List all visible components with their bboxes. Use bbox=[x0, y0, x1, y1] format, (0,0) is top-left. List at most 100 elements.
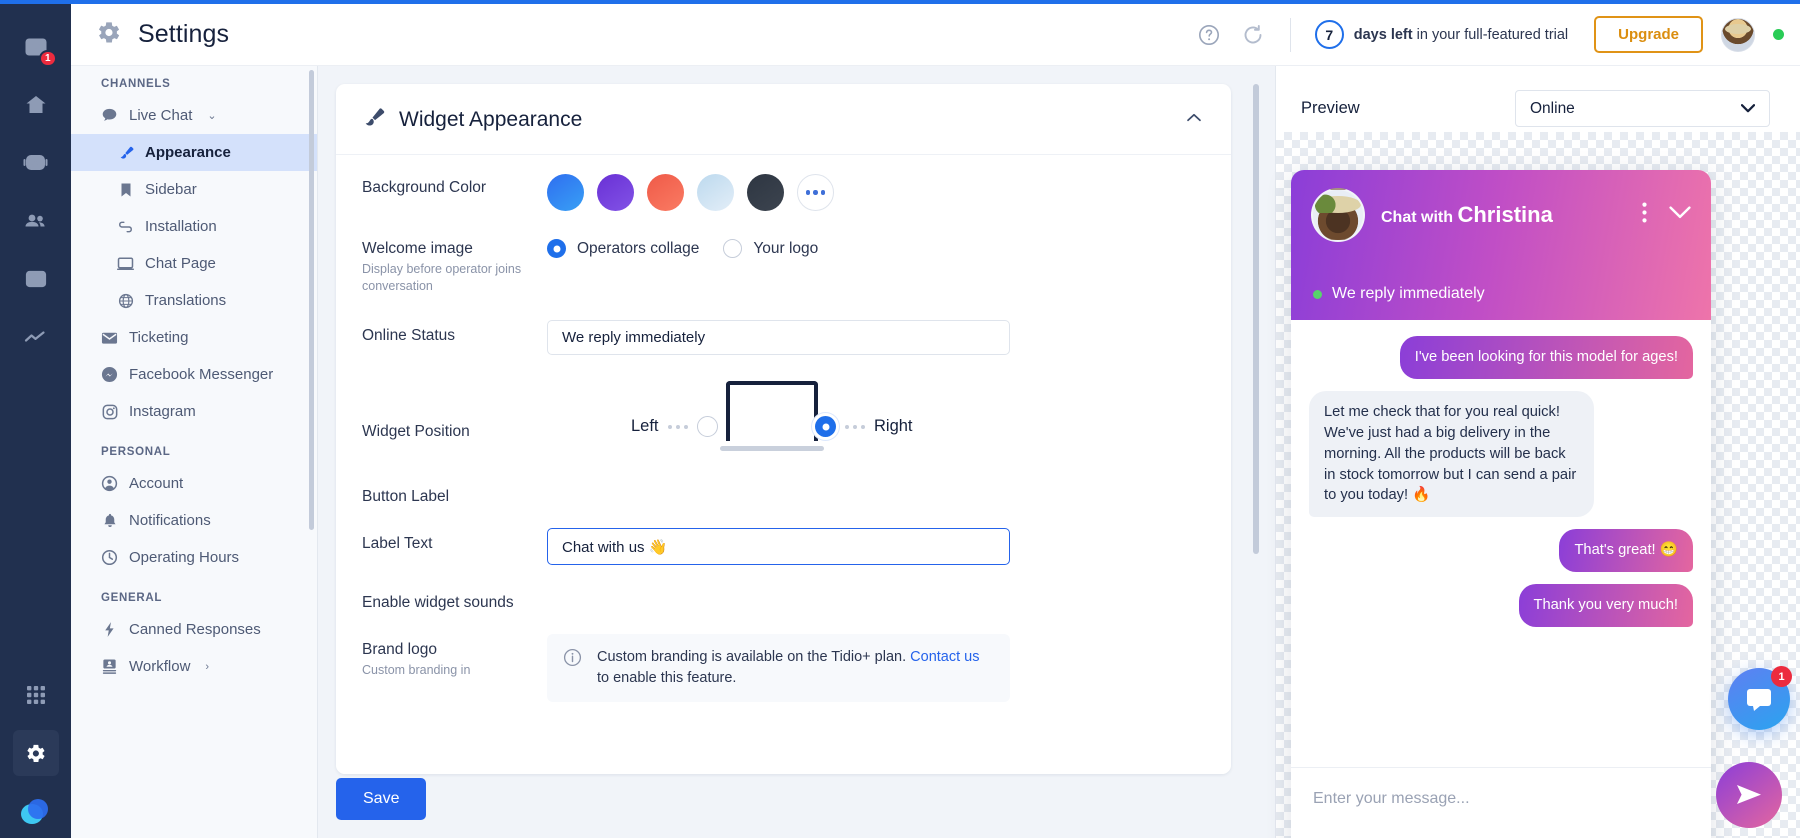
widget-position-left[interactable]: Left bbox=[631, 416, 718, 437]
online-status-dot bbox=[1773, 29, 1784, 40]
sidebar-item-sidebar[interactable]: Sidebar bbox=[71, 171, 317, 208]
sidebar-item-appearance[interactable]: Appearance bbox=[71, 134, 317, 171]
color-swatch-coral[interactable] bbox=[647, 174, 684, 211]
button-label-label: Button Label bbox=[362, 481, 547, 506]
laptop-screen bbox=[726, 381, 818, 441]
top-accent-bar bbox=[0, 0, 1800, 4]
rail-item-settings-gear-icon[interactable] bbox=[13, 730, 59, 776]
color-swatch-purple[interactable] bbox=[597, 174, 634, 211]
chevron-down-icon[interactable] bbox=[1669, 206, 1691, 224]
envelope-icon bbox=[101, 331, 118, 345]
brand-logo-sub: Custom branding in bbox=[362, 662, 547, 679]
laptop-base bbox=[720, 446, 824, 451]
sidebar-item-instagram[interactable]: Instagram bbox=[71, 393, 317, 430]
bolt-icon bbox=[101, 621, 118, 638]
sidebar-item-workflow[interactable]: Workflow › bbox=[71, 648, 317, 685]
info-icon bbox=[563, 647, 583, 674]
chat-message-input[interactable]: Enter your message... bbox=[1291, 767, 1711, 808]
rail-item-visitors-icon[interactable] bbox=[13, 256, 59, 302]
rail-tidio-logo-icon[interactable] bbox=[13, 788, 59, 834]
laptop-illustration bbox=[720, 381, 824, 451]
preview-status-select[interactable]: Online bbox=[1515, 90, 1770, 127]
chat-widget-header: Chat with Christina bbox=[1291, 170, 1711, 320]
chat-row: Let me check that for you real quick! We… bbox=[1309, 391, 1693, 517]
contact-us-link[interactable]: Contact us bbox=[910, 649, 979, 665]
main-scrollbar[interactable] bbox=[1253, 84, 1259, 554]
rail-item-inbox-icon[interactable]: 1 bbox=[13, 24, 59, 70]
rail-item-analytics-icon[interactable] bbox=[13, 314, 59, 360]
label-text-input[interactable] bbox=[547, 528, 1010, 565]
position-right-radio[interactable] bbox=[815, 416, 836, 437]
sidebar-item-operating-hours[interactable]: Operating Hours bbox=[71, 539, 317, 576]
color-swatch-list bbox=[547, 172, 1205, 211]
sidebar-item-label: Chat Page bbox=[145, 255, 216, 272]
rail-item-home-icon[interactable] bbox=[13, 82, 59, 128]
workflow-icon bbox=[101, 658, 118, 675]
welcome-image-label: Welcome image Display before operator jo… bbox=[362, 233, 547, 294]
position-left-radio[interactable] bbox=[697, 416, 718, 437]
row-label-text: Label Text bbox=[362, 506, 1205, 565]
sidebar-item-installation[interactable]: Installation bbox=[71, 208, 317, 245]
row-background-color: Background Color bbox=[362, 157, 1205, 211]
chevron-up-icon[interactable] bbox=[1183, 107, 1205, 134]
sidebar-item-live-chat[interactable]: Live Chat ⌄ bbox=[71, 97, 317, 134]
color-swatch-light-blue[interactable] bbox=[697, 174, 734, 211]
sidebar-item-notifications[interactable]: Notifications bbox=[71, 502, 317, 539]
sidebar-item-ticketing[interactable]: Ticketing bbox=[71, 319, 317, 356]
sidebar-item-translations[interactable]: Translations bbox=[71, 282, 317, 319]
row-widget-position: Widget Position Left bbox=[362, 355, 1205, 473]
widget-sounds-label: Enable widget sounds bbox=[362, 587, 547, 612]
refresh-icon[interactable] bbox=[1240, 22, 1266, 48]
card-bottom-fade bbox=[336, 738, 1231, 774]
chat-message-list: I've been looking for this model for age… bbox=[1291, 320, 1711, 627]
brush-icon bbox=[117, 145, 134, 161]
sidebar-item-label: Instagram bbox=[129, 403, 196, 420]
color-swatch-blue[interactable] bbox=[547, 174, 584, 211]
user-avatar[interactable] bbox=[1721, 18, 1755, 52]
nav-section-personal: PERSONAL bbox=[71, 430, 317, 465]
rail-item-chatbot-icon[interactable] bbox=[13, 140, 59, 186]
background-color-label: Background Color bbox=[362, 172, 547, 197]
sidebar-item-label: Account bbox=[129, 475, 183, 492]
radio-your-logo[interactable]: Your logo bbox=[723, 239, 818, 258]
brand-logo-title: Brand logo bbox=[362, 641, 437, 658]
sidebar-item-label: Live Chat bbox=[129, 107, 192, 124]
chat-bubble-incoming: Let me check that for you real quick! We… bbox=[1309, 391, 1594, 517]
sidebar-item-label: Appearance bbox=[145, 144, 231, 161]
sidebar-scrollbar[interactable] bbox=[309, 70, 314, 530]
upgrade-button[interactable]: Upgrade bbox=[1594, 16, 1703, 53]
online-status-label: Online Status bbox=[362, 320, 547, 345]
widget-position-right[interactable]: Right bbox=[815, 416, 913, 437]
nav-section-general: GENERAL bbox=[71, 576, 317, 611]
sidebar-item-canned-responses[interactable]: Canned Responses bbox=[71, 611, 317, 648]
rail-item-apps-grid-icon[interactable] bbox=[13, 672, 59, 718]
send-message-button[interactable] bbox=[1716, 762, 1782, 828]
radio-operators-collage[interactable]: Operators collage bbox=[547, 239, 699, 258]
dotted-line-right bbox=[845, 425, 865, 429]
save-button[interactable]: Save bbox=[336, 778, 426, 820]
chat-launcher-button[interactable]: 1 bbox=[1728, 668, 1790, 730]
chevron-down-icon bbox=[1741, 100, 1755, 118]
widget-position-control: Left Right bbox=[547, 381, 1205, 473]
radio-label: Your logo bbox=[753, 240, 818, 258]
chat-row: That's great! 😁 bbox=[1309, 529, 1693, 572]
sidebar-item-account[interactable]: Account bbox=[71, 465, 317, 502]
chat-widget-preview: Chat with Christina bbox=[1291, 170, 1711, 838]
sidebar-item-facebook-messenger[interactable]: Facebook Messenger bbox=[71, 356, 317, 393]
chat-bubble-outgoing: Thank you very much! bbox=[1519, 584, 1694, 627]
rail-item-contacts-icon[interactable] bbox=[13, 198, 59, 244]
chat-bubble-icon bbox=[101, 107, 118, 124]
online-status-input[interactable] bbox=[547, 320, 1010, 355]
more-dots-icon[interactable] bbox=[797, 174, 834, 211]
kebab-menu-icon[interactable] bbox=[1642, 202, 1647, 228]
help-circle-icon[interactable] bbox=[1196, 22, 1222, 48]
chat-row: Thank you very much! bbox=[1309, 584, 1693, 627]
chat-title-group: Chat with Christina bbox=[1381, 201, 1553, 229]
top-header: Settings 7 days left in your full-featur… bbox=[71, 4, 1800, 66]
sidebar-item-label: Canned Responses bbox=[129, 621, 261, 638]
gear-icon bbox=[95, 19, 122, 51]
color-swatch-dark[interactable] bbox=[747, 174, 784, 211]
trial-bold-text: days left bbox=[1354, 27, 1413, 43]
page-title: Settings bbox=[138, 20, 229, 49]
sidebar-item-chat-page[interactable]: Chat Page bbox=[71, 245, 317, 282]
